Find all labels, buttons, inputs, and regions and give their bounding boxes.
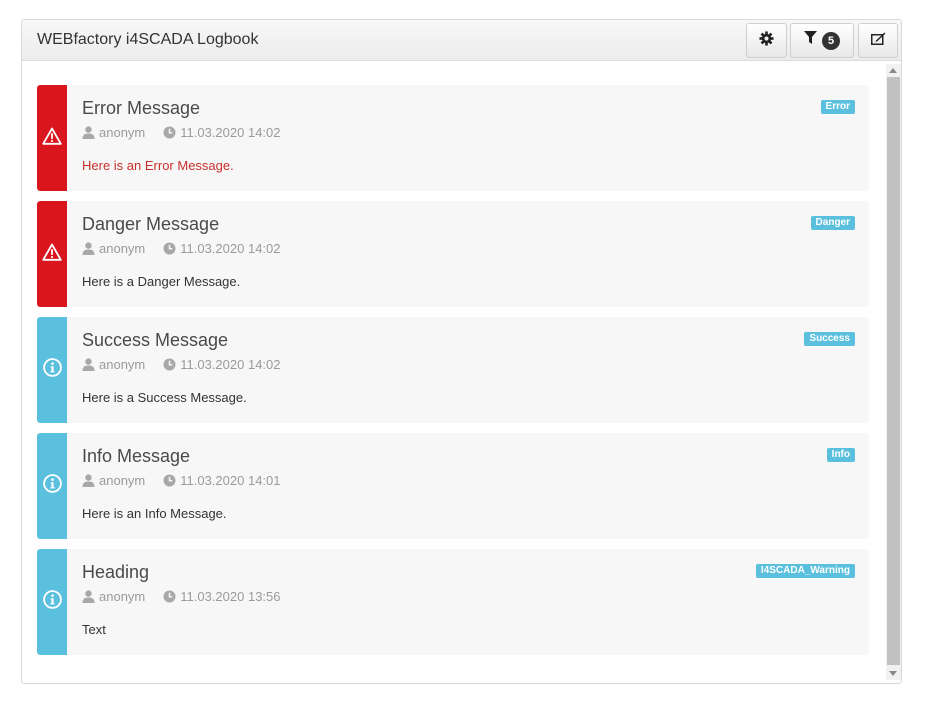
entry-user: anonym	[99, 241, 146, 256]
entry-body: Text	[82, 622, 106, 637]
entry-timestamp: 11.03.2020 14:02	[180, 357, 281, 372]
entry-user: anonym	[99, 125, 146, 140]
entry-title: Error Message	[82, 98, 201, 118]
logbook-entry-list: Error Message anonym 11.03.2020 14:02 He…	[37, 85, 869, 665]
entry-body: Here is an Info Message.	[82, 506, 227, 521]
filter-count-badge: 5	[822, 31, 840, 50]
entry-body: Here is an Error Message.	[82, 158, 234, 173]
entry-meta: anonym 11.03.2020 14:02	[82, 125, 281, 140]
logbook-entry-5[interactable]: Heading anonym 11.03.2020 13:56 Text I4S…	[37, 549, 869, 655]
entry-category-badge: Success	[804, 332, 855, 346]
entry-category-badge: Danger	[810, 216, 855, 230]
panel-header: WEBfactory i4SCADA Logbook 5	[22, 20, 901, 61]
edit-button[interactable]	[858, 23, 898, 58]
gear-icon	[759, 30, 774, 51]
severity-bar	[37, 549, 67, 655]
user-icon	[82, 474, 95, 487]
logbook-entry-4[interactable]: Info Message anonym 11.03.2020 14:01 Her…	[37, 433, 869, 539]
user-icon	[82, 358, 95, 371]
clock-icon	[163, 242, 176, 255]
entry-user: anonym	[99, 473, 146, 488]
entry-meta: anonym 11.03.2020 14:02	[82, 241, 281, 256]
warning-icon	[42, 243, 62, 266]
entry-category-badge: Info	[826, 448, 855, 462]
entry-title: Success Message	[82, 330, 229, 350]
panel-title: WEBfactory i4SCADA Logbook	[37, 31, 259, 48]
entry-timestamp: 11.03.2020 14:02	[180, 125, 281, 140]
entry-meta: anonym 11.03.2020 14:01	[82, 473, 281, 488]
user-icon	[82, 590, 95, 603]
logbook-entry-1[interactable]: Error Message anonym 11.03.2020 14:02 He…	[37, 85, 869, 191]
entry-timestamp: 11.03.2020 14:01	[180, 473, 281, 488]
scroll-thumb[interactable]	[887, 77, 900, 665]
settings-button[interactable]	[746, 23, 787, 58]
user-icon	[82, 126, 95, 139]
entry-meta: anonym 11.03.2020 13:56	[82, 589, 281, 604]
severity-bar	[37, 317, 67, 423]
info-icon	[42, 590, 62, 614]
entry-timestamp: 11.03.2020 14:02	[180, 241, 281, 256]
info-icon	[42, 474, 62, 498]
warning-icon	[42, 127, 62, 150]
scroll-up-arrow-icon[interactable]	[889, 68, 897, 73]
entry-body: Here is a Success Message.	[82, 390, 247, 405]
entry-user: anonym	[99, 357, 146, 372]
info-icon	[42, 358, 62, 382]
filter-icon	[804, 31, 817, 50]
entry-category-badge: I4SCADA_Warning	[755, 564, 855, 578]
logbook-entry-3[interactable]: Success Message anonym 11.03.2020 14:02 …	[37, 317, 869, 423]
entry-body: Here is a Danger Message.	[82, 274, 241, 289]
entry-meta: anonym 11.03.2020 14:02	[82, 357, 281, 372]
clock-icon	[163, 590, 176, 603]
clock-icon	[163, 474, 176, 487]
entry-title: Info Message	[82, 446, 191, 466]
vertical-scrollbar[interactable]	[886, 64, 901, 680]
severity-bar	[37, 85, 67, 191]
entry-title: Heading	[82, 562, 150, 582]
entry-timestamp: 11.03.2020 13:56	[180, 589, 281, 604]
logbook-entry-2[interactable]: Danger Message anonym 11.03.2020 14:02 H…	[37, 201, 869, 307]
clock-icon	[163, 358, 176, 371]
severity-bar	[37, 433, 67, 539]
filter-button[interactable]: 5	[790, 23, 854, 58]
clock-icon	[163, 126, 176, 139]
scroll-down-arrow-icon[interactable]	[889, 671, 897, 676]
edit-icon	[870, 32, 886, 50]
user-icon	[82, 242, 95, 255]
entry-title: Danger Message	[82, 214, 220, 234]
entry-category-badge: Error	[820, 100, 855, 114]
entry-user: anonym	[99, 589, 146, 604]
logbook-panel: WEBfactory i4SCADA Logbook 5 Error Messa…	[21, 19, 902, 684]
severity-bar	[37, 201, 67, 307]
